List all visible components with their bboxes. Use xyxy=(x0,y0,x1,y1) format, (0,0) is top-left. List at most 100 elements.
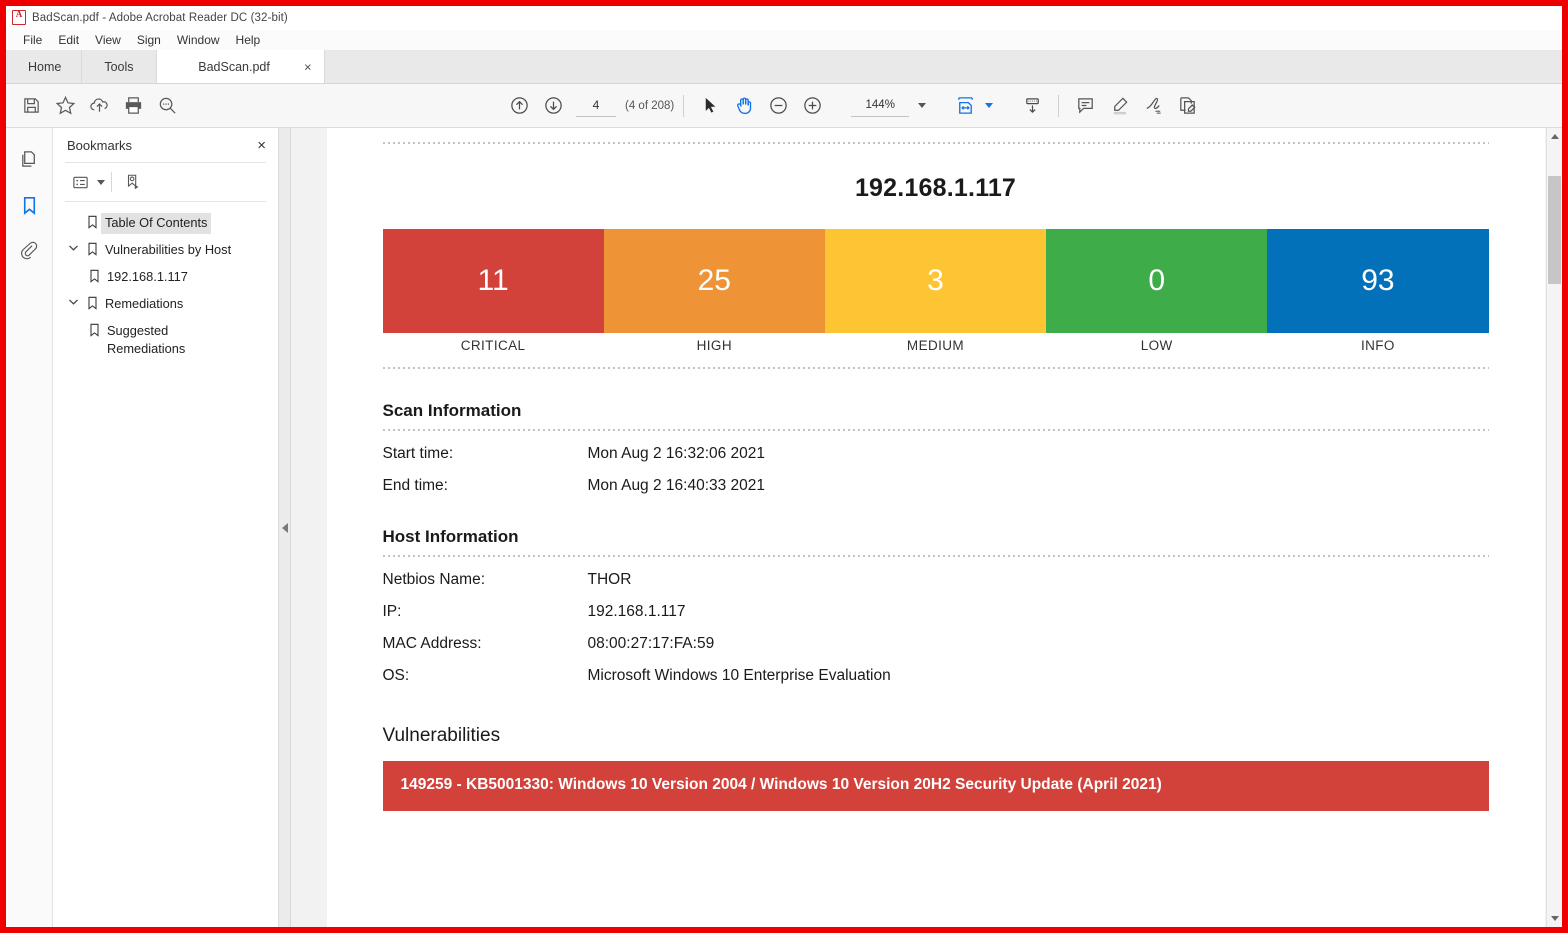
scroll-up-button[interactable] xyxy=(1547,128,1562,145)
severity-count-high: 25 xyxy=(697,264,731,297)
host-info-key-netbios: Netbios Name: xyxy=(382,571,486,588)
bookmarks-toolbar xyxy=(53,163,278,201)
page-thumbnails-icon[interactable] xyxy=(12,142,46,176)
tab-tools[interactable]: Tools xyxy=(82,50,157,83)
rule-top xyxy=(382,142,1489,144)
severity-cell-medium: 3 xyxy=(824,229,1047,333)
bookmark-icon xyxy=(85,267,103,283)
zoom-in-icon[interactable] xyxy=(795,89,829,123)
bookmark-label: Vulnerabilities by Host xyxy=(105,242,232,257)
page-gutter-left xyxy=(308,128,327,927)
menu-edit[interactable]: Edit xyxy=(50,32,87,49)
cloud-upload-icon[interactable] xyxy=(82,89,116,123)
zoom-level-label: 144% xyxy=(865,99,895,111)
document-view[interactable]: 192.168.1.117 11 25 3 0 93 CRITICAL HIGH… xyxy=(291,128,1562,927)
bookmark-item-remediations[interactable]: Remediations xyxy=(53,291,278,318)
twisty-placeholder xyxy=(63,213,83,217)
zoom-out-icon[interactable] xyxy=(761,89,795,123)
scan-info-value-end-time: Mon Aug 2 16:40:33 2021 xyxy=(587,477,766,494)
print-icon[interactable] xyxy=(116,89,150,123)
severity-count-low: 0 xyxy=(1148,264,1166,297)
window-title: BadScan.pdf - Adobe Acrobat Reader DC (3… xyxy=(32,11,288,24)
severity-label-high: HIGH xyxy=(696,338,732,353)
fit-width-icon[interactable] xyxy=(948,89,982,123)
scan-info-value-start-time: Mon Aug 2 16:32:06 2021 xyxy=(587,445,766,462)
screenshot-border: BadScan.pdf - Adobe Acrobat Reader DC (3… xyxy=(0,0,1568,933)
scan-information-heading: Scan Information xyxy=(382,401,522,420)
scroll-down-button[interactable] xyxy=(1547,910,1562,927)
document-scrollbar[interactable] xyxy=(1546,128,1562,927)
panel-collapse-handle[interactable] xyxy=(279,128,291,927)
severity-cell-critical: 11 xyxy=(382,229,604,333)
tab-document[interactable]: BadScan.pdf × xyxy=(156,50,325,83)
page-count-label: (4 of 208) xyxy=(625,99,675,112)
severity-summary-chart: 11 25 3 0 93 xyxy=(382,229,1489,333)
pdf-page: 192.168.1.117 11 25 3 0 93 CRITICAL HIGH… xyxy=(326,128,1545,927)
star-icon[interactable] xyxy=(48,89,82,123)
scrollbar-thumb[interactable] xyxy=(1548,176,1561,284)
tab-document-label: BadScan.pdf xyxy=(198,59,270,74)
chevron-down-icon[interactable] xyxy=(918,103,927,108)
bookmark-icon xyxy=(83,240,101,256)
severity-cell-low: 0 xyxy=(1046,229,1268,333)
close-icon[interactable]: × xyxy=(257,138,266,153)
host-info-value-mac: 08:00:27:17:FA:59 xyxy=(587,635,715,652)
menu-file[interactable]: File xyxy=(15,32,50,49)
bookmark-item-192-168-1-117[interactable]: 192.168.1.117 xyxy=(53,264,278,291)
bookmark-item-suggested-remediations[interactable]: Suggested Remediations xyxy=(53,318,278,363)
host-info-row-os: OS: Microsoft Windows 10 Enterprise Eval… xyxy=(383,667,1489,685)
request-signature-icon[interactable] xyxy=(1170,89,1204,123)
scan-info-key-start-time: Start time: xyxy=(382,445,454,462)
rule-under-chart xyxy=(382,367,1489,369)
bookmark-label: Suggested Remediations xyxy=(107,323,186,356)
scan-info-row-end-time: End time: Mon Aug 2 16:40:33 2021 xyxy=(383,477,1489,495)
host-info-key-mac: MAC Address: xyxy=(382,635,482,652)
new-bookmark-icon[interactable] xyxy=(118,169,148,195)
bookmarks-icon[interactable] xyxy=(12,188,46,222)
severity-cell-high: 25 xyxy=(603,229,825,333)
menu-window[interactable]: Window xyxy=(169,32,228,49)
sign-icon[interactable] xyxy=(1136,89,1170,123)
page-number-input[interactable] xyxy=(576,94,616,117)
chevron-down-icon-fit[interactable] xyxy=(985,103,994,108)
page-scroll-icon[interactable] xyxy=(1015,89,1049,123)
triangle-down-icon xyxy=(1551,916,1559,921)
bookmark-label: Remediations xyxy=(105,296,184,311)
attachments-icon[interactable] xyxy=(12,234,46,268)
triangle-up-icon xyxy=(1551,134,1559,139)
menu-help[interactable]: Help xyxy=(228,32,269,49)
vulnerability-banner-critical[interactable]: 149259 - KB5001330: Windows 10 Version 2… xyxy=(382,761,1489,811)
host-info-key-ip: IP: xyxy=(382,603,402,620)
bookmarks-list: Table Of Contents Vulnerabilities by Hos… xyxy=(53,202,278,927)
chevron-down-icon-expand-2[interactable] xyxy=(63,294,83,306)
previous-page-button[interactable] xyxy=(502,89,536,123)
chevron-down-icon-expand-1[interactable] xyxy=(63,240,83,252)
severity-count-critical: 11 xyxy=(477,264,509,297)
severity-cell-info: 93 xyxy=(1267,229,1489,333)
bookmark-label: Table Of Contents xyxy=(101,213,212,234)
cursor-arrow-icon[interactable] xyxy=(693,89,727,123)
menu-sign[interactable]: Sign xyxy=(129,32,169,49)
scan-info-row-start-time: Start time: Mon Aug 2 16:32:06 2021 xyxy=(383,445,1489,463)
bookmark-options-icon[interactable] xyxy=(65,169,95,195)
host-title: 192.168.1.117 xyxy=(854,174,1017,202)
title-bar: BadScan.pdf - Adobe Acrobat Reader DC (3… xyxy=(6,6,1562,30)
save-icon[interactable] xyxy=(14,89,48,123)
close-icon[interactable]: × xyxy=(304,60,312,73)
acrobat-logo-icon xyxy=(12,9,26,25)
tab-home[interactable]: Home xyxy=(8,50,83,83)
comment-icon[interactable] xyxy=(1068,89,1102,123)
bookmark-label: 192.168.1.117 xyxy=(107,269,188,284)
bookmarks-panel: Bookmarks × Table Of Contents Vulnerabil… xyxy=(53,128,279,927)
find-icon[interactable] xyxy=(150,89,184,123)
hand-icon[interactable] xyxy=(727,89,761,123)
bookmark-item-table-of-contents[interactable]: Table Of Contents xyxy=(53,210,278,237)
next-page-button[interactable] xyxy=(536,89,570,123)
zoom-level-input[interactable]: 144% xyxy=(851,95,910,117)
bookmark-item-vulnerabilities-by-host[interactable]: Vulnerabilities by Host xyxy=(53,237,278,264)
navigation-rail xyxy=(6,128,53,927)
scan-info-key-end-time: End time: xyxy=(382,477,448,494)
highlight-icon[interactable] xyxy=(1102,89,1136,123)
chevron-down-icon-bookmarks[interactable] xyxy=(97,179,105,185)
menu-view[interactable]: View xyxy=(87,32,129,49)
